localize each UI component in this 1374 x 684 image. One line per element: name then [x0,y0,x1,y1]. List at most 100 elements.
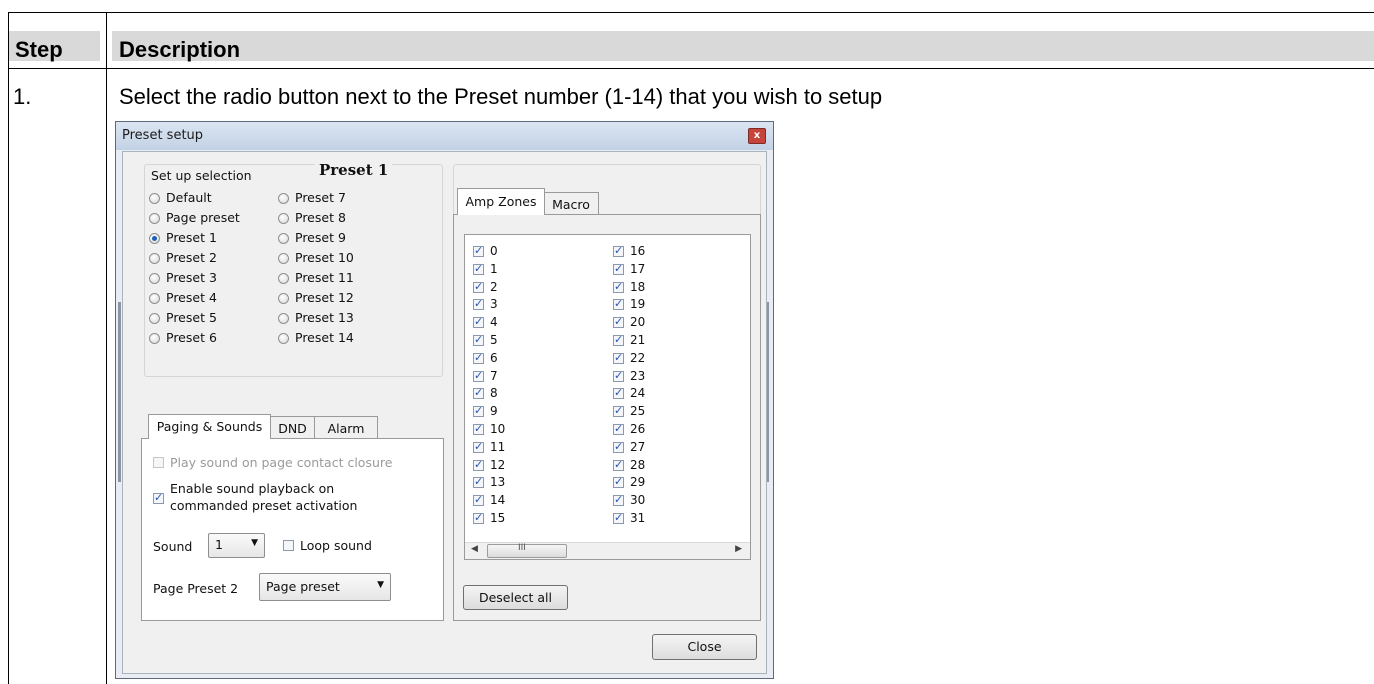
preset-radio[interactable] [149,193,160,204]
zone-label: 5 [490,333,498,347]
sound-select[interactable]: 1 ▼ [208,533,265,558]
tab-label: Amp Zones [465,194,537,209]
zone-label: 6 [490,350,498,365]
preset-radio[interactable] [149,213,160,224]
preset-setup-dialog: Preset setup x Set up selection Preset 1… [115,121,774,679]
deselect-all-label: Deselect all [478,590,553,605]
page-preset-select[interactable]: Page preset ▼ [259,573,391,601]
zone-checkbox[interactable] [473,351,484,364]
tab-alarm[interactable]: Alarm [314,416,378,439]
zone-checkbox[interactable] [473,493,484,507]
zone-checkbox[interactable] [473,315,484,329]
deselect-all-button[interactable]: Deselect all [463,585,568,610]
dialog-titlebar: Preset setup x [116,122,773,150]
zone-checkbox[interactable] [613,440,624,453]
zones-listbox[interactable]: 0123456789101112131415161718192021222324… [464,234,751,560]
zone-checkbox[interactable] [613,262,624,275]
zone-checkbox[interactable] [613,244,624,257]
zone-checkbox[interactable] [473,262,484,275]
preset-radio-label: Preset 8 [295,210,346,225]
header-description: Description [119,37,241,62]
zone-label: 24 [630,386,646,401]
zone-label: 21 [630,333,646,347]
preset-radio-label: Preset 14 [295,330,354,345]
zone-label: 17 [630,261,646,276]
zone-checkbox[interactable] [473,333,484,346]
tab-macro[interactable]: Macro [543,192,599,215]
zone-checkbox[interactable] [473,297,484,311]
preset-radio-label: Preset 1 [166,230,217,245]
zone-checkbox[interactable] [613,297,624,311]
zone-label: 11 [490,439,506,454]
zone-checkbox[interactable] [613,422,624,435]
preset-radio[interactable] [278,253,289,264]
zone-label: 28 [630,457,646,472]
zone-checkbox[interactable] [613,369,624,382]
preset-radio-label: Preset 12 [295,290,354,305]
zone-checkbox[interactable] [473,422,484,435]
zone-checkbox[interactable] [473,280,484,293]
enable-playback-checkbox[interactable] [153,491,164,504]
preset-radio[interactable] [149,293,160,304]
step-number: 1. [13,84,32,109]
preset-radio-label: Preset 5 [166,310,217,325]
tab-label: Alarm [327,421,365,436]
zone-checkbox[interactable] [613,386,624,400]
tab-amp-zones[interactable]: Amp Zones [457,188,545,215]
zone-checkbox[interactable] [473,458,484,471]
close-button[interactable]: Close [652,634,757,660]
tab-label: DND [278,421,307,436]
zone-checkbox[interactable] [613,315,624,329]
zone-checkbox[interactable] [613,458,624,471]
zones-horizontal-scrollbar[interactable]: ◀ III ▶ [465,542,750,559]
zone-checkbox[interactable] [613,493,624,507]
preset-radio[interactable] [278,273,289,284]
zone-label: 23 [630,368,646,383]
zone-checkbox[interactable] [613,280,624,293]
zone-checkbox[interactable] [473,475,484,489]
zone-label: 22 [630,350,646,365]
zone-checkbox[interactable] [473,386,484,400]
preset-radio[interactable] [278,333,289,344]
scroll-thumb[interactable]: III [487,543,567,558]
tab-paging-sounds[interactable]: Paging & Sounds [148,414,271,439]
zone-checkbox[interactable] [613,351,624,364]
zone-checkbox[interactable] [613,475,624,489]
scroll-right-icon[interactable]: ▶ [735,544,742,554]
preset-radio[interactable] [149,273,160,284]
zone-label: 29 [630,475,646,490]
dialog-client-area: Set up selection Preset 1 Default Page pr… [122,151,767,674]
preset-radio[interactable] [149,233,160,244]
zone-label: 25 [630,404,646,419]
preset-radio[interactable] [278,293,289,304]
zone-label: 1 [490,261,498,276]
preset-radio-label: Preset 11 [295,270,354,285]
preset-radio[interactable] [278,313,289,324]
zone-checkbox[interactable] [473,369,484,382]
preset-radio[interactable] [149,333,160,344]
zone-checkbox[interactable] [613,511,624,524]
preset-radio[interactable] [149,313,160,324]
play-sound-label: Play sound on page contact closure [170,455,393,470]
header-description-cell [112,31,1374,61]
preset-radio[interactable] [278,233,289,244]
zone-checkbox[interactable] [613,404,624,418]
scroll-left-icon[interactable]: ◀ [471,544,478,554]
tab-dnd[interactable]: DND [269,416,316,439]
zone-checkbox[interactable] [613,333,624,346]
preset-radio[interactable] [149,253,160,264]
play-sound-checkbox[interactable] [153,457,164,468]
zone-label: 19 [630,297,646,312]
zone-checkbox[interactable] [473,440,484,453]
zone-checkbox[interactable] [473,404,484,418]
header-bottom-border [8,68,1374,69]
preset-radio[interactable] [278,213,289,224]
zone-checkbox[interactable] [473,244,484,257]
zone-label: 9 [490,404,498,419]
zone-label: 15 [490,511,506,525]
close-icon[interactable]: x [748,128,766,144]
preset-radio[interactable] [278,193,289,204]
zone-label: 26 [630,422,646,436]
zone-checkbox[interactable] [473,511,484,524]
loop-sound-checkbox[interactable] [283,540,294,551]
